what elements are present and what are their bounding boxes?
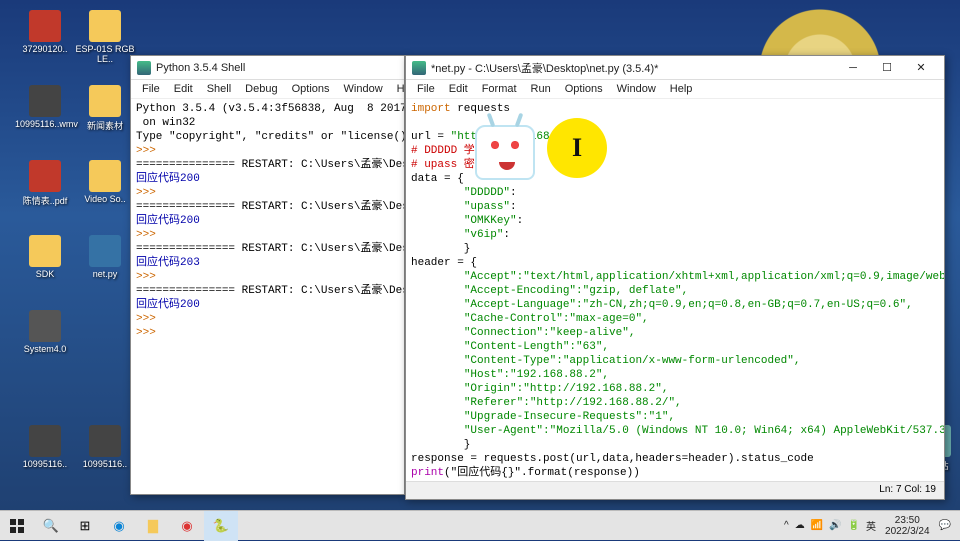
desktop-icon[interactable]: SDK xyxy=(15,235,75,279)
menu-shell[interactable]: Shell xyxy=(200,81,238,97)
file-icon xyxy=(89,10,121,42)
netease-icon[interactable]: ◉ xyxy=(170,511,204,541)
icon-label: 10995116.. xyxy=(15,459,75,469)
icon-label: 10995116..wmv xyxy=(15,119,75,129)
python-icon xyxy=(412,61,426,75)
start-button[interactable] xyxy=(0,511,34,541)
file-icon xyxy=(89,85,121,117)
file-icon xyxy=(89,235,121,267)
menu-run[interactable]: Run xyxy=(524,81,558,97)
menu-window[interactable]: Window xyxy=(337,81,390,97)
tray-chevron-icon[interactable]: ^ xyxy=(784,520,789,531)
desktop-icon[interactable]: Video So.. xyxy=(75,160,135,204)
editor-statusbar: Ln: 7 Col: 19 xyxy=(406,481,944,499)
menu-help[interactable]: Help xyxy=(663,81,700,97)
python-taskbar-icon[interactable]: 🐍 xyxy=(204,511,238,541)
wifi-icon[interactable]: 📶 xyxy=(811,520,823,531)
menu-file[interactable]: File xyxy=(135,81,167,97)
idle-editor-window[interactable]: *net.py - C:\Users\孟豪\Desktop\net.py (3.… xyxy=(405,55,945,500)
editor-titlebar[interactable]: *net.py - C:\Users\孟豪\Desktop\net.py (3.… xyxy=(406,56,944,80)
notifications-icon[interactable]: 💬 xyxy=(939,520,951,531)
file-icon xyxy=(29,85,61,117)
menu-debug[interactable]: Debug xyxy=(238,81,284,97)
file-icon xyxy=(29,425,61,457)
taskbar[interactable]: 🔍 ⊞ ◉ ▇ ◉ 🐍 ^ ☁ 📶 🔊 🔋 英 23:50 2022/3/24 … xyxy=(0,510,960,540)
icon-label: 新闻素材 xyxy=(75,119,135,132)
icon-label: net.py xyxy=(75,269,135,279)
file-icon xyxy=(29,310,61,342)
file-icon xyxy=(29,160,61,192)
ime-indicator[interactable]: 英 xyxy=(866,518,876,533)
file-icon xyxy=(29,10,61,42)
file-icon xyxy=(89,425,121,457)
python-shell-window[interactable]: Python 3.5.4 Shell File Edit Shell Debug… xyxy=(130,55,405,495)
shell-titlebar[interactable]: Python 3.5.4 Shell xyxy=(131,56,404,80)
system-tray[interactable]: ^ ☁ 📶 🔊 🔋 英 23:50 2022/3/24 💬 xyxy=(775,511,960,541)
taskbar-clock[interactable]: 23:50 2022/3/24 xyxy=(885,515,930,537)
editor-menubar[interactable]: File Edit Format Run Options Window Help xyxy=(406,80,944,99)
menu-edit[interactable]: Edit xyxy=(442,81,475,97)
desktop-icon[interactable]: System4.0 xyxy=(15,310,75,354)
menu-window[interactable]: Window xyxy=(610,81,663,97)
icon-label: System4.0 xyxy=(15,344,75,354)
annotation-marker: I xyxy=(547,118,607,178)
menu-options[interactable]: Options xyxy=(558,81,610,97)
menu-options[interactable]: Options xyxy=(285,81,337,97)
desktop-icon[interactable]: 陈情表..pdf xyxy=(15,160,75,207)
close-button[interactable]: ✕ xyxy=(904,57,938,79)
desktop-icon[interactable]: ESP-01S RGB LE.. xyxy=(75,10,135,64)
search-button[interactable]: 🔍 xyxy=(34,511,68,541)
icon-label: 10995116.. xyxy=(75,459,135,469)
menu-format[interactable]: Format xyxy=(475,81,524,97)
icon-label: ESP-01S RGB LE.. xyxy=(75,44,135,64)
icon-label: 37290120.. xyxy=(15,44,75,54)
minimize-button[interactable]: ─ xyxy=(836,57,870,79)
task-view-button[interactable]: ⊞ xyxy=(68,511,102,541)
editor-title: *net.py - C:\Users\孟豪\Desktop\net.py (3.… xyxy=(431,60,836,76)
desktop-icon[interactable]: 10995116.. xyxy=(75,425,135,469)
shell-title: Python 3.5.4 Shell xyxy=(156,62,398,74)
cartoon-face-overlay xyxy=(475,125,535,180)
desktop-icon[interactable]: 10995116..wmv xyxy=(15,85,75,129)
explorer-icon[interactable]: ▇ xyxy=(136,511,170,541)
python-icon xyxy=(137,61,151,75)
icon-label: 陈情表..pdf xyxy=(15,194,75,207)
desktop-icon[interactable]: net.py xyxy=(75,235,135,279)
menu-edit[interactable]: Edit xyxy=(167,81,200,97)
desktop-icon[interactable]: 37290120.. xyxy=(15,10,75,54)
menu-file[interactable]: File xyxy=(410,81,442,97)
desktop-icon[interactable]: 新闻素材 xyxy=(75,85,135,132)
maximize-button[interactable]: ☐ xyxy=(870,57,904,79)
battery-icon[interactable]: 🔋 xyxy=(848,520,860,531)
onedrive-icon[interactable]: ☁ xyxy=(795,520,805,531)
shell-menubar[interactable]: File Edit Shell Debug Options Window Hel… xyxy=(131,80,404,99)
file-icon xyxy=(89,160,121,192)
file-icon xyxy=(29,235,61,267)
icon-label: Video So.. xyxy=(75,194,135,204)
shell-output[interactable]: Python 3.5.4 (v3.5.4:3f56838, Aug 8 2017… xyxy=(131,99,404,343)
desktop-icon[interactable]: 10995116.. xyxy=(15,425,75,469)
icon-label: SDK xyxy=(15,269,75,279)
volume-icon[interactable]: 🔊 xyxy=(829,520,841,531)
edge-icon[interactable]: ◉ xyxy=(102,511,136,541)
